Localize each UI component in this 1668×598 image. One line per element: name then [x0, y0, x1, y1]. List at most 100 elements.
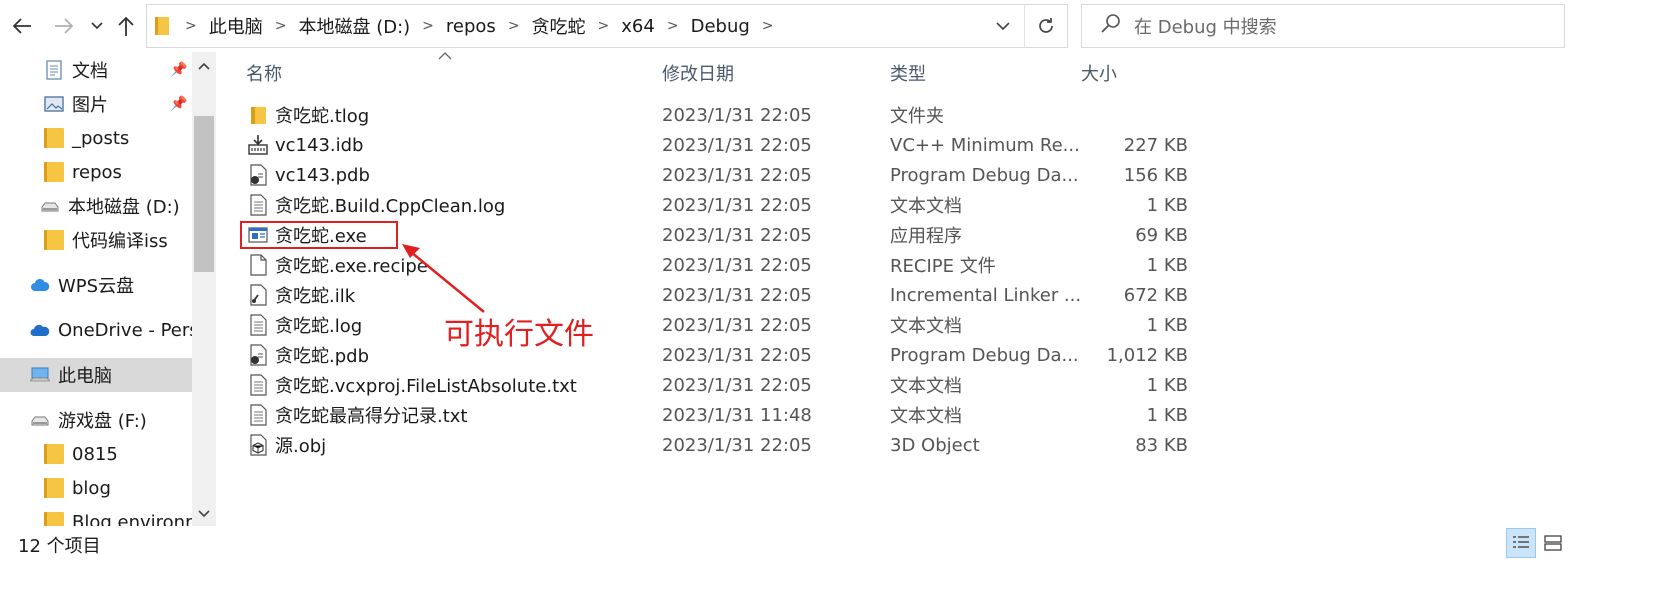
chevron-right-icon[interactable]: > — [598, 18, 610, 34]
cloud-icon — [31, 278, 50, 291]
sidebar-item-blog[interactable]: blog — [0, 471, 216, 505]
file-row[interactable]: 贪吃蛇最高得分记录.txt 2023/1/31 11:48 文本文档 1 KB — [240, 400, 1200, 430]
text-file-icon — [248, 194, 268, 216]
sidebar-item-wps-cloud[interactable]: WPS云盘 — [0, 268, 216, 302]
chevron-right-icon[interactable]: > — [667, 18, 679, 34]
sidebar-item-repos[interactable]: repos — [0, 155, 216, 189]
onedrive-icon — [30, 324, 50, 336]
file-name: 贪吃蛇.Build.CppClean.log — [275, 196, 506, 217]
drive-icon — [41, 202, 59, 212]
pdb-file-icon — [248, 344, 268, 366]
back-arrow-icon — [12, 18, 31, 34]
sidebar-item-0815[interactable]: 0815 — [0, 437, 216, 471]
file-row[interactable]: 贪吃蛇.log 2023/1/31 22:05 文本文档 1 KB — [240, 310, 1200, 340]
file-row[interactable]: vc143.pdb 2023/1/31 22:05 Program Debug Da… — [240, 160, 1200, 190]
file-date: 2023/1/31 22:05 — [662, 104, 812, 126]
large-icons-view-button[interactable] — [1538, 528, 1568, 558]
file-date: 2023/1/31 11:48 — [662, 404, 812, 426]
file-size: 1 KB — [1146, 254, 1188, 276]
crumb-debug[interactable]: Debug — [691, 16, 750, 37]
address-bar[interactable]: > 此电脑 > 本地磁盘 (D:) > repos > 贪吃蛇 > x64 > … — [146, 4, 1068, 48]
column-header-name[interactable]: 名称 — [246, 58, 282, 88]
pin-icon[interactable]: 📌 — [170, 96, 187, 112]
chevron-right-icon[interactable]: > — [422, 18, 434, 34]
sidebar-item-code-iss[interactable]: 代码编译iss — [0, 223, 216, 257]
crumb-this-pc[interactable]: 此电脑 — [209, 13, 263, 39]
file-type: 文本文档 — [890, 406, 962, 427]
scroll-up-icon[interactable] — [192, 54, 216, 78]
recent-locations-button[interactable] — [84, 8, 110, 44]
sidebar-item-onedrive[interactable]: OneDrive - Perso — [0, 313, 216, 347]
file-date: 2023/1/31 22:05 — [662, 164, 812, 186]
column-header-size[interactable]: 大小 — [1081, 58, 1117, 88]
sidebar-item-label: 代码编译iss — [72, 231, 168, 252]
file-row[interactable]: 源.obj 2023/1/31 22:05 3D Object 83 KB — [240, 430, 1200, 460]
folder-icon — [44, 230, 64, 250]
sidebar-item-this-pc[interactable]: 此电脑 — [0, 358, 216, 392]
file-size: 227 KB — [1123, 134, 1188, 156]
folder-icon — [44, 128, 64, 148]
file-name: 贪吃蛇.vcxproj.FileListAbsolute.txt — [275, 376, 577, 397]
file-row[interactable]: 贪吃蛇.tlog 2023/1/31 22:05 文件夹 — [240, 100, 1200, 130]
forward-button[interactable] — [48, 8, 80, 44]
scrollbar-thumb[interactable] — [194, 116, 214, 272]
refresh-button[interactable] — [1024, 5, 1067, 47]
file-name: 贪吃蛇.pdb — [275, 346, 369, 367]
file-type: 3D Object — [890, 434, 980, 456]
chevron-right-icon[interactable]: > — [275, 18, 287, 34]
address-history-dropdown[interactable] — [983, 5, 1023, 47]
file-row[interactable]: 贪吃蛇.pdb 2023/1/31 22:05 Program Debug Da..… — [240, 340, 1200, 370]
file-date: 2023/1/31 22:05 — [662, 194, 812, 216]
chevron-right-icon[interactable]: > — [762, 18, 774, 34]
file-type: Program Debug Da... — [890, 164, 1079, 186]
navigation-pane: 文档 📌 图片 📌 _posts repos 本地磁盘 (D:) 代码编译iss… — [0, 52, 216, 526]
crumb-local-disk-d[interactable]: 本地磁盘 (D:) — [298, 13, 410, 39]
crumb-snake[interactable]: 贪吃蛇 — [532, 13, 586, 39]
chevron-right-icon[interactable]: > — [508, 18, 520, 34]
back-button[interactable] — [6, 8, 38, 44]
file-size: 1 KB — [1146, 404, 1188, 426]
sidebar-item-label: blog — [72, 477, 111, 499]
refresh-icon — [1039, 18, 1053, 33]
sidebar-item-label: 0815 — [72, 443, 118, 465]
pdb-file-icon — [248, 164, 268, 186]
column-header-type[interactable]: 类型 — [890, 58, 926, 88]
file-date: 2023/1/31 22:05 — [662, 224, 812, 246]
annotation-label: 可执行文件 — [444, 317, 594, 352]
column-header-date[interactable]: 修改日期 — [662, 58, 734, 88]
sidebar-item-blog-environment[interactable]: Blog environme — [0, 505, 216, 526]
chevron-right-icon[interactable]: > — [185, 18, 197, 34]
file-name: 贪吃蛇.log — [275, 316, 363, 337]
file-row[interactable]: 贪吃蛇.exe.recipe 2023/1/31 22:05 RECIPE 文件 1 … — [240, 250, 1200, 280]
pin-icon[interactable]: 📌 — [170, 62, 187, 78]
file-row[interactable]: 贪吃蛇.Build.CppClean.log 2023/1/31 22:05 文本文… — [240, 190, 1200, 220]
scroll-down-icon[interactable] — [192, 502, 216, 526]
search-input[interactable] — [1132, 11, 1556, 43]
file-name: 贪吃蛇.ilk — [275, 286, 356, 307]
folder-icon — [248, 104, 268, 126]
sidebar-item-label: 图片 — [72, 95, 108, 116]
file-name: vc143.idb — [275, 134, 364, 156]
breadcrumb: > 此电脑 > 本地磁盘 (D:) > repos > 贪吃蛇 > x64 > … — [155, 5, 786, 47]
sidebar-item-game-drive-f[interactable]: 游戏盘 (F:) — [0, 403, 216, 437]
file-type: VC++ Minimum Re... — [890, 134, 1080, 156]
item-count: 12 个项目 — [18, 536, 101, 557]
search-box[interactable] — [1081, 4, 1565, 48]
file-row[interactable]: 贪吃蛇.ilk 2023/1/31 22:05 Incremental Linker… — [240, 280, 1200, 310]
chevron-down-icon — [91, 22, 103, 30]
file-row[interactable]: vc143.idb 2023/1/31 22:05 VC++ Minimum Re.… — [240, 130, 1200, 160]
file-name: vc143.pdb — [275, 164, 370, 186]
crumb-x64[interactable]: x64 — [621, 16, 655, 37]
documents-icon — [46, 60, 62, 80]
folder-icon — [44, 512, 64, 526]
file-row[interactable]: 贪吃蛇.vcxproj.FileListAbsolute.txt 2023/1/3… — [240, 370, 1200, 400]
exe-highlight-box — [240, 221, 398, 249]
up-button[interactable] — [110, 8, 142, 44]
sidebar-item-posts[interactable]: _posts — [0, 121, 216, 155]
file-date: 2023/1/31 22:05 — [662, 134, 812, 156]
folder-icon — [44, 478, 64, 498]
details-view-button[interactable] — [1506, 528, 1536, 558]
crumb-repos[interactable]: repos — [446, 16, 496, 37]
sidebar-scrollbar[interactable] — [192, 52, 216, 526]
sidebar-item-local-disk-d[interactable]: 本地磁盘 (D:) — [0, 189, 216, 223]
